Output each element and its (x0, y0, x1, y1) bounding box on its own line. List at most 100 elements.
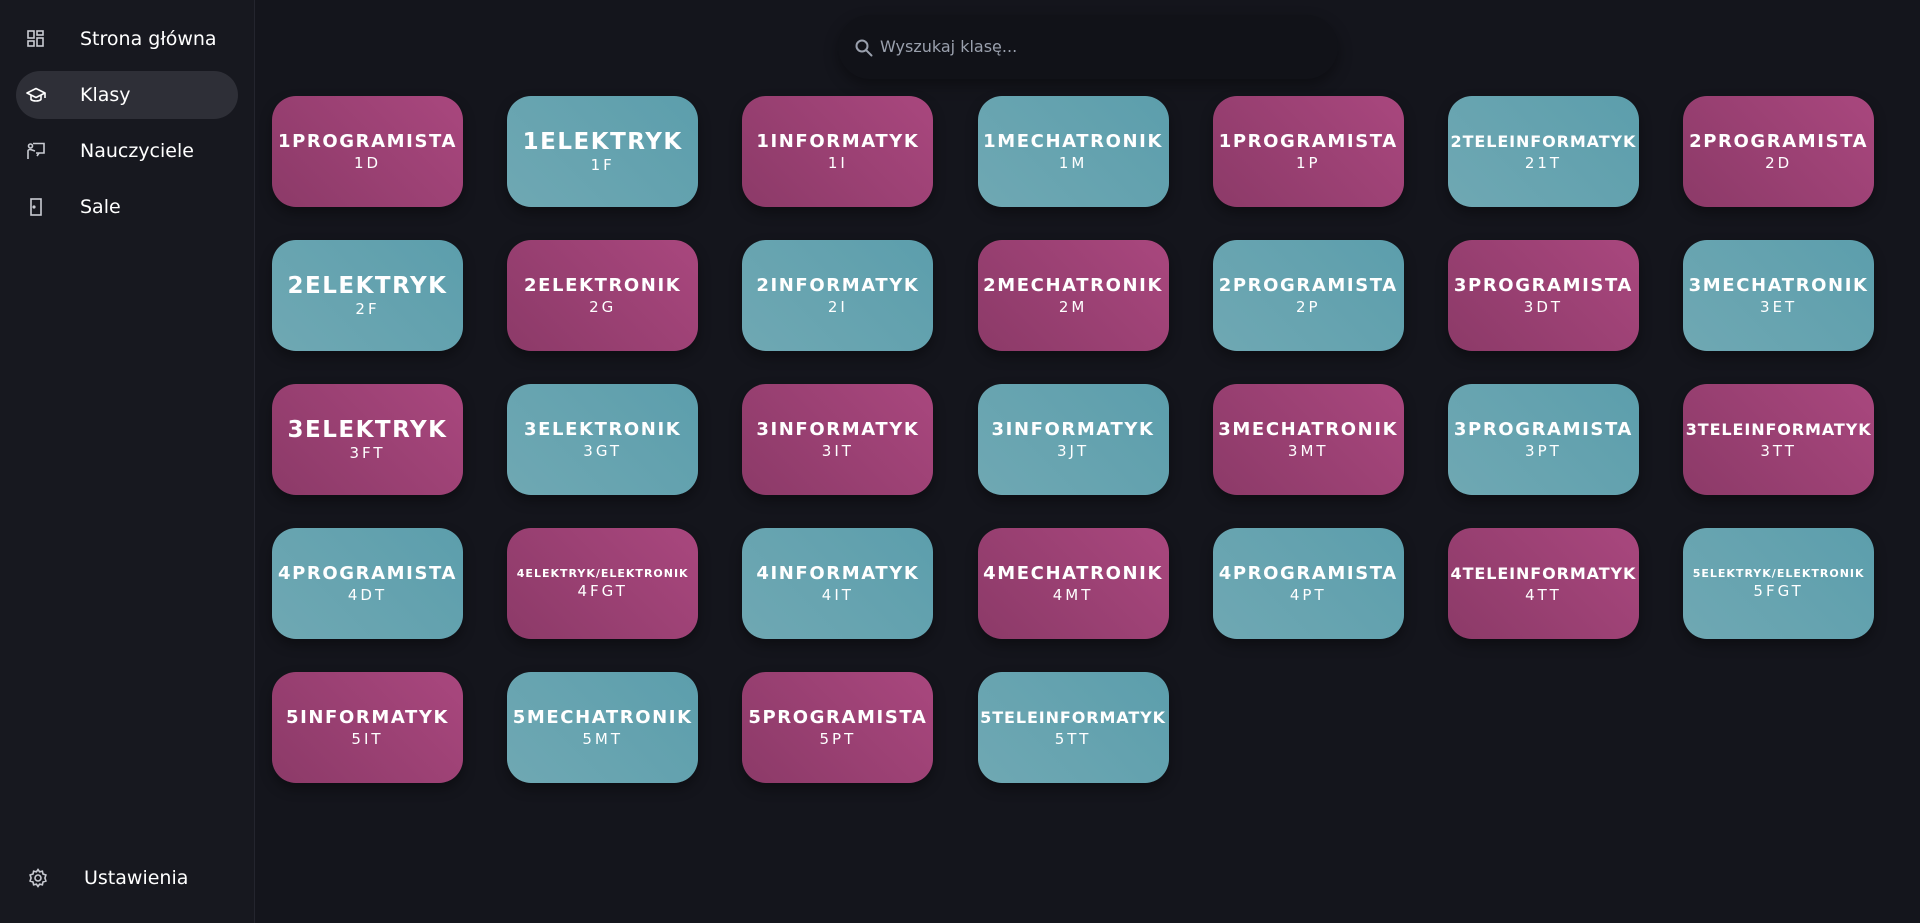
class-card-code: 4IT (821, 585, 854, 604)
class-card-code: 1M (1058, 153, 1088, 172)
class-card-name: 4PROGRAMISTA (277, 562, 458, 584)
class-card-code: 2M (1058, 297, 1088, 316)
class-card[interactable]: 2PROGRAMISTA 2D (1683, 96, 1875, 207)
class-card[interactable]: 5INFORMATYK 5IT (272, 672, 463, 783)
class-card[interactable]: 1MECHATRONIK 1M (977, 96, 1169, 207)
class-card[interactable]: 3ELEKTRYK 3FT (272, 384, 463, 495)
class-card[interactable]: 1INFORMATYK 1I (742, 96, 934, 207)
class-card-name: 2MECHATRONIK (983, 274, 1163, 296)
class-card-name: 3ELEKTRONIK (524, 418, 682, 440)
class-card[interactable]: 3INFORMATYK 3JT (977, 384, 1169, 495)
class-card-name: 3MECHATRONIK (1218, 418, 1399, 440)
class-card-code: 5MT (582, 729, 624, 748)
class-card[interactable]: 2ELEKTRONIK 2G (507, 240, 699, 351)
sidebar: Strona główna Klasy Nauczyciele Sale Ust… (0, 0, 255, 923)
class-card-name: 4INFORMATYK (756, 562, 920, 584)
class-card-name: 2PROGRAMISTA (1218, 274, 1398, 296)
class-card[interactable]: 4TELEINFORMATYK 4TT (1447, 528, 1639, 639)
class-card[interactable]: 3ELEKTRONIK 3GT (507, 384, 699, 495)
class-card-name: 3MECHATRONIK (1688, 274, 1869, 296)
class-card-name: 4MECHATRONIK (983, 562, 1163, 584)
search-bar (838, 15, 1338, 79)
class-card-code: 3IT (821, 441, 854, 460)
search-input[interactable] (880, 29, 1300, 63)
class-card-name: 2PROGRAMISTA (1689, 130, 1869, 152)
gear-icon (28, 868, 48, 888)
class-card-code: 4PT (1289, 585, 1327, 604)
class-card-code: 3FT (349, 443, 386, 462)
class-card[interactable]: 4INFORMATYK 4IT (742, 528, 934, 639)
class-card[interactable]: 5TELEINFORMATYK 5TT (977, 672, 1169, 783)
class-card-code: 4DT (347, 585, 388, 604)
search-icon (854, 38, 874, 58)
sidebar-item-classes[interactable]: Klasy (16, 71, 238, 119)
class-card[interactable]: 4MECHATRONIK 4MT (977, 528, 1169, 639)
class-card-name: 3PROGRAMISTA (1453, 418, 1633, 440)
class-card-code: 5TT (1054, 729, 1092, 748)
class-card-name: 2INFORMATYK (756, 274, 920, 296)
class-card[interactable]: 1ELEKTRYK 1F (507, 96, 699, 207)
class-card[interactable]: 3MECHATRONIK 3ET (1683, 240, 1875, 351)
class-card-name: 5PROGRAMISTA (748, 706, 928, 728)
class-card-name: 5ELEKTRYK/ELEKTRONIK (1692, 566, 1865, 580)
sidebar-item-rooms[interactable]: Sale (16, 183, 238, 231)
class-card[interactable]: 1PROGRAMISTA 1D (272, 96, 463, 207)
class-card[interactable]: 3PROGRAMISTA 3DT (1447, 240, 1639, 351)
class-card-name: 1INFORMATYK (756, 130, 920, 152)
class-card-name: 2ELEKTRONIK (524, 274, 682, 296)
class-card-code: 2P (1295, 297, 1321, 316)
class-card-name: 5MECHATRONIK (512, 706, 693, 728)
class-card[interactable]: 3PROGRAMISTA 3PT (1447, 384, 1639, 495)
class-card[interactable]: 3MECHATRONIK 3MT (1212, 384, 1404, 495)
sidebar-item-home[interactable]: Strona główna (16, 15, 238, 63)
sidebar-item-label: Nauczyciele (80, 140, 194, 162)
class-card-name: 4TELEINFORMATYK (1450, 563, 1637, 583)
class-grid: 1PROGRAMISTA 1D 1ELEKTRYK 1F 1INFORMATYK 1I 1M… (272, 96, 1875, 783)
class-card-name: 1PROGRAMISTA (277, 130, 458, 152)
class-card[interactable]: 2TELEINFORMATYK 21T (1447, 96, 1639, 207)
class-card[interactable]: 5PROGRAMISTA 5PT (742, 672, 934, 783)
sidebar-item-teachers[interactable]: Nauczyciele (16, 127, 238, 175)
class-card-code: 2D (1765, 153, 1793, 172)
class-card-name: 1ELEKTRYK (522, 128, 683, 155)
class-card-name: 5INFORMATYK (285, 706, 450, 728)
class-card[interactable]: 3INFORMATYK 3IT (742, 384, 934, 495)
class-card-name: 1MECHATRONIK (983, 130, 1163, 152)
sidebar-item-label: Strona główna (80, 28, 217, 50)
class-card-code: 5FGT (1753, 581, 1804, 600)
class-card[interactable]: 4ELEKTRYK/ELEKTRONIK 4FGT (507, 528, 699, 639)
class-card-code: 4TT (1525, 585, 1562, 604)
class-card-code: 3DT (1523, 297, 1564, 316)
class-card-code: 3MT (1287, 441, 1329, 460)
class-card-name: 3TELEINFORMATYK (1685, 419, 1872, 439)
class-card[interactable]: 2PROGRAMISTA 2P (1212, 240, 1404, 351)
dashboard-icon (26, 29, 46, 49)
class-card[interactable]: 4PROGRAMISTA 4DT (272, 528, 463, 639)
teacher-icon (26, 141, 46, 161)
class-card[interactable]: 5MECHATRONIK 5MT (507, 672, 699, 783)
settings-label: Ustawienia (84, 867, 189, 889)
class-card[interactable]: 5ELEKTRYK/ELEKTRONIK 5FGT (1683, 528, 1875, 639)
class-card-code: 1D (353, 153, 382, 172)
class-card-name: 1PROGRAMISTA (1218, 130, 1398, 152)
class-card[interactable]: 1PROGRAMISTA 1P (1212, 96, 1404, 207)
class-card[interactable]: 4PROGRAMISTA 4PT (1212, 528, 1404, 639)
class-card-code: 21T (1524, 153, 1563, 172)
settings-button[interactable]: Ustawienia (16, 854, 238, 902)
class-card-code: 1F (590, 155, 615, 174)
class-card-code: 2I (827, 297, 848, 316)
class-card-name: 2TELEINFORMATYK (1450, 131, 1637, 151)
class-card[interactable]: 2INFORMATYK 2I (742, 240, 934, 351)
class-card-code: 2F (355, 299, 380, 318)
class-card-name: 4PROGRAMISTA (1218, 562, 1398, 584)
class-card[interactable]: 3TELEINFORMATYK 3TT (1683, 384, 1875, 495)
class-card[interactable]: 2ELEKTRYK 2F (272, 240, 463, 351)
class-card-code: 3GT (583, 441, 623, 460)
class-card-code: 3TT (1760, 441, 1797, 460)
class-card-code: 5IT (351, 729, 384, 748)
class-card-code: 4MT (1052, 585, 1094, 604)
class-card-code: 3JT (1056, 441, 1090, 460)
class-card[interactable]: 2MECHATRONIK 2M (977, 240, 1169, 351)
sidebar-item-label: Sale (80, 196, 121, 218)
sidebar-item-label: Klasy (80, 84, 131, 106)
